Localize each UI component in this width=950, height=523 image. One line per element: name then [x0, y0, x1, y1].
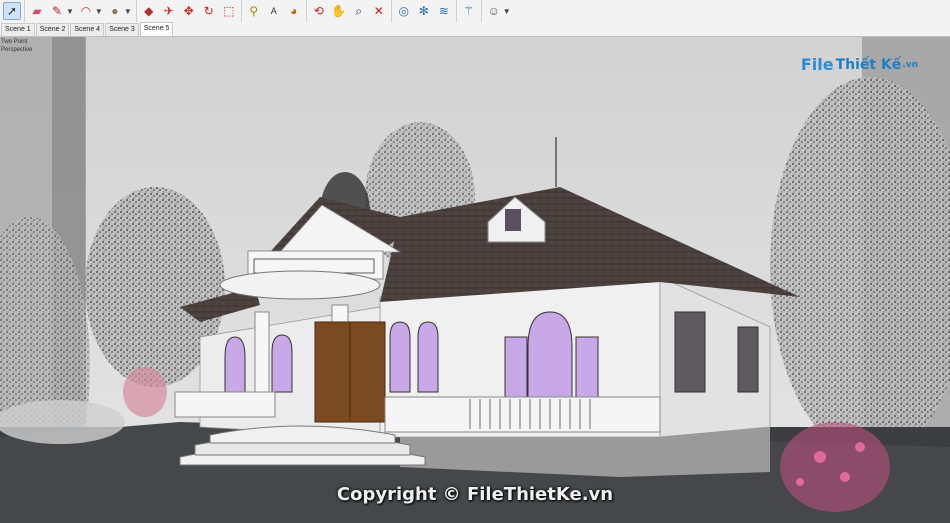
logo-file-text: File: [800, 55, 834, 74]
tab-scene-1[interactable]: Scene 1: [1, 23, 35, 36]
sandbox-group: ⚚: [457, 0, 482, 22]
scale-icon[interactable]: ⬚: [220, 2, 238, 20]
copyright-watermark: Copyright © FileThietKe.vn: [336, 484, 614, 505]
follow-me-icon[interactable]: ✈: [160, 2, 178, 20]
orbit-icon[interactable]: ⟲: [310, 2, 328, 20]
warehouse-icon[interactable]: ◎: [395, 2, 413, 20]
zoom-icon[interactable]: ⌕: [350, 2, 368, 20]
rotate-icon[interactable]: ↻: [200, 2, 218, 20]
camera-group: ⟲ ✋ ⌕ ✕: [307, 0, 392, 22]
camera-label-line2: Perspective: [1, 47, 33, 53]
construction-group: ⚲ A ◕: [242, 0, 307, 22]
main-toolbar: ➚ ▰ ✎ ▼ ◠ ▼ ● ▼ ◆ ✈ ✥ ↻ ⬚ ⚲ A ◕ ⟲ ✋ ⌕ ✕ …: [0, 0, 950, 23]
push-pull-icon[interactable]: ◆: [140, 2, 158, 20]
warehouse-group: ◎ ✻ ≋: [392, 0, 457, 22]
zoom-extents-icon[interactable]: ✕: [370, 2, 388, 20]
watermark-logo: File Thiết Kế .vn: [801, 55, 918, 74]
tab-scene-3[interactable]: Scene 3: [105, 23, 139, 36]
tape-measure-icon[interactable]: ⚲: [245, 2, 263, 20]
account-icon[interactable]: ☺: [485, 2, 503, 20]
account-dropdown-icon[interactable]: ▼: [503, 7, 511, 16]
pencil-dropdown-icon[interactable]: ▼: [66, 7, 74, 16]
extension-icon[interactable]: ✻: [415, 2, 433, 20]
paint-icon[interactable]: ◕: [285, 2, 303, 20]
sandbox-icon[interactable]: ⚚: [460, 2, 478, 20]
text-icon[interactable]: A: [265, 2, 283, 20]
arc-dropdown-icon[interactable]: ▼: [95, 7, 103, 16]
camera-label: Two Point Perspective: [1, 38, 32, 54]
eraser-icon[interactable]: ▰: [28, 2, 46, 20]
move-icon[interactable]: ✥: [180, 2, 198, 20]
model-viewport[interactable]: Two Point Perspective File Thiết Kế .vn: [0, 37, 950, 523]
paint-dropdown-icon[interactable]: ▼: [124, 7, 132, 16]
layers-icon[interactable]: ≋: [435, 2, 453, 20]
scene-tabs: Scene 1 Scene 2 Scene 4 Scene 3 Scene 5: [0, 22, 950, 37]
logo-suffix-text: .vn: [902, 59, 918, 70]
paint-bucket-icon[interactable]: ●: [106, 2, 124, 20]
pan-icon[interactable]: ✋: [330, 2, 348, 20]
logo-name-text: Thiết Kế: [835, 56, 902, 73]
select-icon[interactable]: ➚: [3, 2, 21, 20]
tab-scene-4[interactable]: Scene 4: [70, 23, 105, 36]
edit-group: ◆ ✈ ✥ ↻ ⬚: [137, 0, 242, 22]
draw-group: ▰ ✎ ▼ ◠ ▼ ● ▼: [25, 0, 137, 22]
account-group: ☺ ▼: [482, 0, 515, 22]
camera-label-line1: Two Point: [1, 39, 28, 45]
tab-scene-5[interactable]: Scene 5: [139, 22, 174, 36]
house-illustration: [0, 37, 950, 523]
pencil-icon[interactable]: ✎: [48, 2, 66, 20]
tab-scene-2[interactable]: Scene 2: [35, 23, 70, 36]
select-group: ➚: [0, 0, 25, 22]
arc-icon[interactable]: ◠: [77, 2, 95, 20]
